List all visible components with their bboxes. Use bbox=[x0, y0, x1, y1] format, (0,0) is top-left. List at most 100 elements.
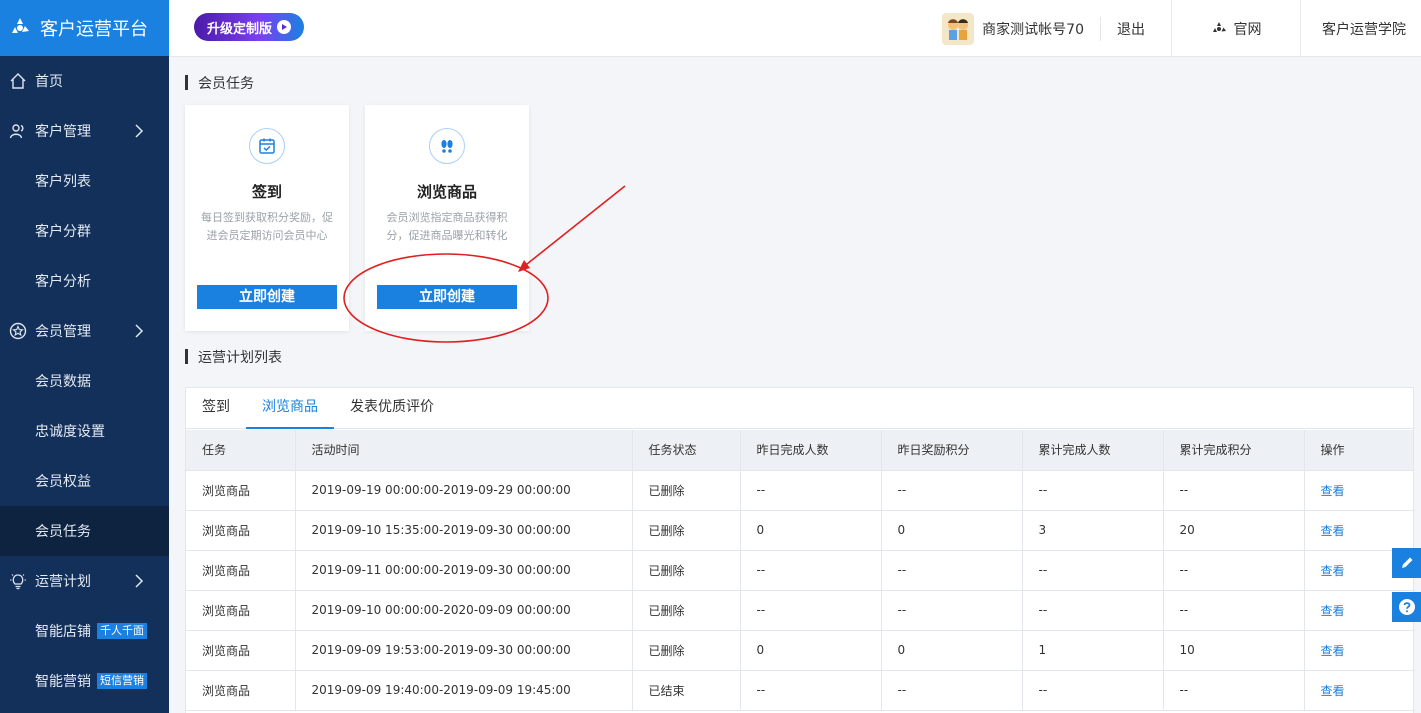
sidebar-item-member-data[interactable]: 会员数据 bbox=[0, 356, 169, 406]
logout-link[interactable]: 退出 bbox=[1101, 19, 1171, 39]
sidebar-item-member-tasks[interactable]: 会员任务 bbox=[0, 506, 169, 556]
table-header-row: 任务 活动时间 任务状态 昨日完成人数 昨日奖励积分 累计完成人数 累计完成积分… bbox=[186, 430, 1413, 471]
calendar-check-icon bbox=[249, 128, 285, 164]
column-header: 任务状态 bbox=[632, 430, 741, 471]
cell-time: 2019-09-19 00:00:00-2019-09-29 00:00:00 bbox=[295, 470, 633, 511]
help-float-button[interactable] bbox=[1392, 592, 1421, 622]
view-link[interactable]: 查看 bbox=[1304, 630, 1413, 671]
sidebar-item-customer-analysis[interactable]: 客户分析 bbox=[0, 256, 169, 306]
sidebar-item-operation-plan[interactable]: 运营计划 bbox=[0, 556, 169, 606]
cell-task: 浏览商品 bbox=[186, 590, 296, 631]
cell-status: 已删除 bbox=[632, 630, 741, 671]
cell-task: 浏览商品 bbox=[186, 550, 296, 591]
sidebar-item-customer-segments[interactable]: 客户分群 bbox=[0, 206, 169, 256]
cell-yesterday-points: -- bbox=[881, 590, 1023, 631]
cell-status: 已结束 bbox=[632, 670, 741, 711]
cell-status: 已删除 bbox=[632, 590, 741, 631]
upgrade-label: 升级定制版 bbox=[207, 21, 273, 37]
account-menu[interactable]: 商家测试帐号70 bbox=[942, 12, 1100, 45]
sidebar-item-loyalty-settings[interactable]: 忠诚度设置 bbox=[0, 406, 169, 456]
cell-time: 2019-09-11 00:00:00-2019-09-30 00:00:00 bbox=[295, 550, 633, 591]
cell-total-points: -- bbox=[1163, 550, 1305, 591]
table-row: 浏览商品 2019-09-10 00:00:00-2020-09-09 00:0… bbox=[186, 590, 1413, 631]
cell-yesterday-points: -- bbox=[881, 550, 1023, 591]
sidebar-item-label: 会员任务 bbox=[35, 524, 91, 540]
upgrade-button[interactable]: 升级定制版 bbox=[194, 13, 304, 41]
official-site-icon bbox=[1212, 21, 1226, 32]
chevron-right-icon bbox=[135, 574, 144, 588]
brand-title: 客户运营平台 bbox=[40, 19, 148, 40]
cell-total-points: 20 bbox=[1163, 510, 1305, 551]
cell-yesterday-users: -- bbox=[740, 670, 882, 711]
cell-total-users: -- bbox=[1022, 670, 1164, 711]
sidebar-item-label: 智能营销 bbox=[35, 674, 91, 690]
sidebar-item-home[interactable]: 首页 bbox=[0, 56, 169, 106]
official-site-link[interactable]: 官网 bbox=[1171, 0, 1300, 57]
sidebar-item-smart-store[interactable]: 智能店铺 千人千面 bbox=[0, 606, 169, 656]
plan-tabs: 签到 浏览商品 发表优质评价 bbox=[186, 388, 1413, 429]
create-browse-task-button[interactable]: 立即创建 bbox=[377, 285, 517, 309]
sidebar-item-label: 会员数据 bbox=[35, 374, 91, 390]
cell-total-points: -- bbox=[1163, 670, 1305, 711]
sidebar-item-label: 会员管理 bbox=[35, 324, 91, 340]
home-icon bbox=[8, 71, 28, 91]
cell-yesterday-users: -- bbox=[740, 590, 882, 631]
header-right: 商家测试帐号70 退出 官网 客户运营学院 bbox=[942, 0, 1421, 57]
brand-logo-icon bbox=[12, 18, 29, 33]
create-signin-task-button[interactable]: 立即创建 bbox=[197, 285, 337, 309]
sidebar-item-label: 运营计划 bbox=[35, 574, 91, 590]
cell-task: 浏览商品 bbox=[186, 470, 296, 511]
plan-list-panel: 签到 浏览商品 发表优质评价 任务 活动时间 任务状态 昨日完成人数 昨日奖励积… bbox=[185, 387, 1414, 713]
table-row: 浏览商品 2019-09-19 00:00:00-2019-09-29 00:0… bbox=[186, 470, 1413, 511]
view-link[interactable]: 查看 bbox=[1304, 470, 1413, 511]
official-site-label: 官网 bbox=[1233, 21, 1262, 38]
view-link[interactable]: 查看 bbox=[1304, 510, 1413, 551]
sidebar-item-label: 客户列表 bbox=[35, 174, 91, 190]
sidebar-item-label: 首页 bbox=[35, 74, 63, 90]
column-header: 操作 bbox=[1304, 430, 1413, 471]
cell-total-points: -- bbox=[1163, 470, 1305, 511]
cell-yesterday-points: 0 bbox=[881, 630, 1023, 671]
chevron-right-icon bbox=[135, 124, 144, 138]
cell-task: 浏览商品 bbox=[186, 630, 296, 671]
column-header: 昨日奖励积分 bbox=[881, 430, 1023, 471]
cell-total-users: -- bbox=[1022, 590, 1164, 631]
sidebar-item-label: 智能店铺 bbox=[35, 624, 91, 640]
cell-task: 浏览商品 bbox=[186, 510, 296, 551]
view-link[interactable]: 查看 bbox=[1304, 670, 1413, 711]
sidebar-item-label: 客户管理 bbox=[35, 124, 91, 140]
cell-time: 2019-09-09 19:53:00-2019-09-30 00:00:00 bbox=[295, 630, 633, 671]
cell-time: 2019-09-09 19:40:00-2019-09-09 19:45:00 bbox=[295, 670, 633, 711]
column-header: 任务 bbox=[186, 430, 296, 471]
footprints-icon bbox=[429, 128, 465, 164]
annotation-arrow-line bbox=[521, 185, 626, 269]
cell-total-users: -- bbox=[1022, 550, 1164, 591]
tab-quality-review[interactable]: 发表优质评价 bbox=[350, 396, 434, 428]
users-icon bbox=[8, 121, 28, 141]
sidebar-item-customer-list[interactable]: 客户列表 bbox=[0, 156, 169, 206]
tab-signin[interactable]: 签到 bbox=[202, 396, 230, 428]
sidebar-item-customer-management[interactable]: 客户管理 bbox=[0, 106, 169, 156]
sidebar-item-member-management[interactable]: 会员管理 bbox=[0, 306, 169, 356]
cell-status: 已删除 bbox=[632, 510, 741, 551]
card-description: 每日签到获取积分奖励，促进会员定期访问会员中心 bbox=[201, 211, 333, 242]
sidebar-item-member-benefits[interactable]: 会员权益 bbox=[0, 456, 169, 506]
pencil-icon bbox=[1401, 557, 1412, 568]
cell-total-points: 10 bbox=[1163, 630, 1305, 671]
cell-task: 浏览商品 bbox=[186, 670, 296, 711]
cell-yesterday-users: 0 bbox=[740, 630, 882, 671]
cell-yesterday-points: -- bbox=[881, 670, 1023, 711]
academy-link[interactable]: 客户运营学院 bbox=[1300, 0, 1421, 57]
sidebar-item-smart-marketing[interactable]: 智能营销 短信营销 bbox=[0, 656, 169, 706]
cell-yesterday-points: -- bbox=[881, 470, 1023, 511]
sidebar-item-label: 客户分群 bbox=[35, 224, 91, 240]
edit-float-button[interactable] bbox=[1392, 548, 1421, 578]
cell-time: 2019-09-10 15:35:00-2019-09-30 00:00:00 bbox=[295, 510, 633, 551]
feature-badge: 短信营销 bbox=[97, 673, 147, 689]
sidebar: 客户运营平台 首页 客户管理 客户列表 客户分群 客户分析 会员管理 会员数据 … bbox=[0, 0, 169, 713]
tab-browse-products[interactable]: 浏览商品 bbox=[246, 396, 334, 429]
sidebar-item-label: 客户分析 bbox=[35, 274, 91, 290]
account-name: 商家测试帐号70 bbox=[982, 21, 1084, 38]
cell-yesterday-points: 0 bbox=[881, 510, 1023, 551]
brand-bar[interactable]: 客户运营平台 bbox=[0, 0, 169, 56]
